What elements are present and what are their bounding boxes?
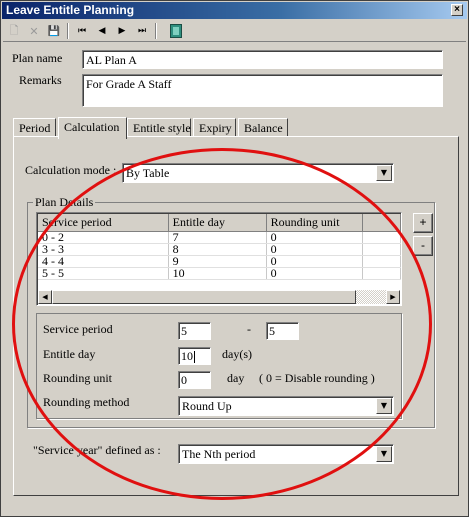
cell-blank xyxy=(362,255,401,268)
service-year-select[interactable]: The Nth period ▼ xyxy=(178,444,394,464)
cell-blank xyxy=(362,267,401,280)
scroll-right-button[interactable]: ▶ xyxy=(386,290,400,304)
column-header-entitle-day[interactable]: Entitle day xyxy=(168,214,267,232)
cell-blank xyxy=(362,243,401,256)
remarks-label: Remarks xyxy=(19,73,62,87)
close-icon: × xyxy=(454,4,460,15)
cell-service-period: 5 - 5 xyxy=(38,267,169,280)
calculation-mode-value: By Table xyxy=(126,166,170,180)
table-row[interactable]: 4 - 4 9 0 xyxy=(38,255,401,268)
first-record-icon: ⏮ xyxy=(77,26,87,36)
chevron-left-icon: ◀ xyxy=(42,293,48,301)
title-bar: Leave Entitle Planning × xyxy=(2,2,467,19)
grid-horizontal-scrollbar[interactable]: ◀ ▶ xyxy=(38,290,400,304)
toolbar: 🗋 ✕ 💾 ⏮ ◀ ▶ ⏭ xyxy=(3,20,466,42)
add-row-button[interactable]: + xyxy=(413,213,433,233)
calculation-mode-label: Calculation mode : xyxy=(25,163,117,177)
scroll-left-button[interactable]: ◀ xyxy=(38,290,52,304)
entitle-day-label: Entitle day xyxy=(43,347,96,361)
service-period-to-input[interactable]: 5 xyxy=(266,322,299,340)
rounding-method-select[interactable]: Round Up ▼ xyxy=(178,396,394,416)
entitle-day-unit: day(s) xyxy=(222,347,252,361)
previous-record-icon: ◀ xyxy=(98,26,106,36)
service-period-dash: - xyxy=(247,322,251,336)
exit-icon xyxy=(170,24,182,38)
tab-balance[interactable]: Balance xyxy=(238,118,288,138)
column-header-service-period[interactable]: Service period xyxy=(38,214,169,232)
remarks-input[interactable]: For Grade A Staff xyxy=(82,74,443,107)
rounding-method-label: Rounding method xyxy=(43,395,130,409)
table-row[interactable]: 5 - 5 10 0 xyxy=(38,267,401,280)
service-year-label: "Service year" defined as : xyxy=(33,443,161,457)
window-title: Leave Entitle Planning xyxy=(6,3,135,17)
close-button[interactable]: × xyxy=(451,4,463,16)
rounding-unit-input[interactable]: 0 xyxy=(178,371,211,389)
new-icon: 🗋 xyxy=(9,23,19,37)
toolbar-separator xyxy=(67,23,69,39)
cell-entitle-day: 10 xyxy=(168,267,267,280)
chevron-right-icon: ▶ xyxy=(390,293,396,301)
grid-header-row: Service period Entitle day Rounding unit xyxy=(38,214,401,232)
toolbar-separator xyxy=(155,23,157,39)
save-button[interactable]: 💾 xyxy=(45,22,63,40)
chevron-down-icon: ▼ xyxy=(380,449,388,458)
column-header-blank[interactable] xyxy=(362,214,401,232)
service-period-from-input[interactable]: 5 xyxy=(178,322,211,340)
cell-rounding-unit: 0 xyxy=(266,243,363,256)
chevron-down-icon: ▼ xyxy=(380,401,388,410)
entitle-day-value: 10 xyxy=(181,349,193,363)
first-record-button[interactable]: ⏮ xyxy=(73,22,91,40)
next-record-button[interactable]: ▶ xyxy=(113,22,131,40)
exit-button[interactable] xyxy=(167,22,185,40)
new-button[interactable]: 🗋 xyxy=(5,22,23,40)
delete-icon: ✕ xyxy=(29,24,39,38)
plan-details-title: Plan Details xyxy=(33,195,96,210)
column-header-rounding-unit[interactable]: Rounding unit xyxy=(266,214,363,232)
tab-entitle-style[interactable]: Entitle style xyxy=(127,118,191,138)
service-year-value: The Nth period xyxy=(182,447,256,461)
rounding-method-dropdown-button[interactable]: ▼ xyxy=(376,398,392,414)
calculation-mode-dropdown-button[interactable]: ▼ xyxy=(376,165,392,181)
rounding-unit-label: Rounding unit xyxy=(43,371,113,385)
next-record-icon: ▶ xyxy=(118,26,126,36)
cell-rounding-unit: 0 xyxy=(266,231,363,244)
plan-details-grid[interactable]: Service period Entitle day Rounding unit… xyxy=(36,212,402,306)
table-row[interactable]: 0 - 2 7 0 xyxy=(38,231,401,244)
rounding-method-value: Round Up xyxy=(182,399,232,413)
cell-blank xyxy=(362,231,401,244)
cell-entitle-day: 7 xyxy=(168,231,267,244)
cell-entitle-day: 8 xyxy=(168,243,267,256)
calculation-mode-select[interactable]: By Table ▼ xyxy=(122,163,394,183)
leave-entitle-planning-window: Leave Entitle Planning × 🗋 ✕ 💾 ⏮ ◀ ▶ ⏭ P… xyxy=(0,0,469,517)
service-year-dropdown-button[interactable]: ▼ xyxy=(376,446,392,462)
plan-name-input[interactable]: AL Plan A xyxy=(82,50,443,69)
previous-record-button[interactable]: ◀ xyxy=(93,22,111,40)
cell-rounding-unit: 0 xyxy=(266,267,363,280)
plan-details-table: Service period Entitle day Rounding unit… xyxy=(38,214,401,280)
tab-period[interactable]: Period xyxy=(13,118,56,138)
scroll-thumb[interactable] xyxy=(52,290,356,304)
plan-name-label: Plan name xyxy=(12,51,63,65)
entitle-day-input[interactable]: 10 xyxy=(178,347,211,365)
rounding-unit-hint: ( 0 = Disable rounding ) xyxy=(259,371,375,385)
tab-calculation[interactable]: Calculation xyxy=(58,117,127,139)
table-row[interactable]: 3 - 3 8 0 xyxy=(38,243,401,256)
last-record-icon: ⏭ xyxy=(137,26,147,36)
cell-rounding-unit: 0 xyxy=(266,255,363,268)
last-record-button[interactable]: ⏭ xyxy=(133,22,151,40)
text-cursor xyxy=(194,351,195,364)
remove-row-button[interactable]: - xyxy=(413,236,433,256)
delete-button[interactable]: ✕ xyxy=(25,22,43,40)
chevron-down-icon: ▼ xyxy=(380,168,388,177)
service-period-label: Service period xyxy=(43,322,113,336)
rounding-unit-unit: day xyxy=(227,371,245,385)
save-icon: 💾 xyxy=(47,25,61,37)
tab-expiry[interactable]: Expiry xyxy=(193,118,236,138)
